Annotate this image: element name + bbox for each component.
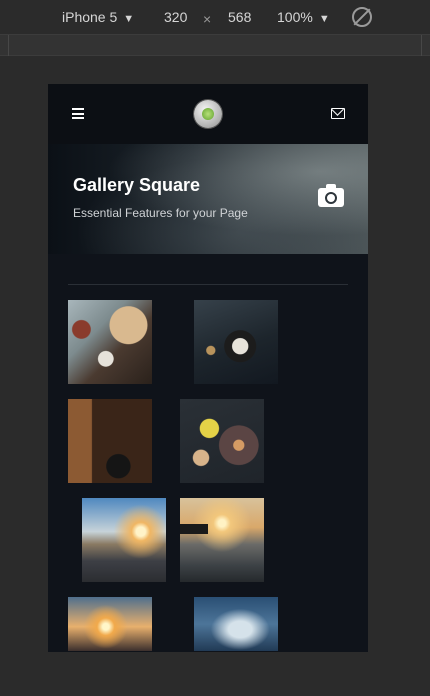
logo[interactable] — [194, 100, 222, 128]
gallery-item-food-breakfast[interactable] — [68, 300, 152, 384]
gallery-item-pier-sunset[interactable] — [180, 498, 264, 582]
ruler-tick — [421, 35, 422, 56]
gallery-item-sky-clouds[interactable] — [194, 597, 278, 651]
device-caret-icon: ▼ — [123, 13, 135, 25]
zoom-select[interactable]: 100% ▼ — [277, 9, 330, 25]
hero-banner: Gallery Square Essential Features for yo… — [48, 144, 368, 254]
ruler-tick — [8, 35, 9, 56]
top-nav — [48, 84, 368, 144]
gallery-item-food-plate-dark[interactable] — [194, 300, 278, 384]
dimension-separator: × — [203, 11, 212, 27]
camera-icon — [318, 184, 344, 207]
zoom-caret-icon: ▼ — [318, 13, 330, 25]
device-viewport: Gallery Square Essential Features for yo… — [48, 84, 368, 652]
power-icon — [202, 108, 214, 120]
page-subtitle: Essential Features for your Page — [73, 206, 248, 220]
gallery-item-coastal-road-sunset[interactable] — [82, 498, 166, 582]
device-toolbar: iPhone 5 ▼ 320 × 568 100% ▼ — [0, 0, 430, 34]
device-select[interactable]: iPhone 5 ▼ — [62, 9, 134, 25]
height-input[interactable]: 568 — [228, 9, 251, 25]
gallery-item-cookies-flowers[interactable] — [180, 399, 264, 483]
media-query-ruler[interactable] — [0, 34, 430, 56]
width-input[interactable]: 320 — [164, 9, 187, 25]
gallery-item-kitchen-tray[interactable] — [68, 399, 152, 483]
gallery-item-person-sunset[interactable] — [68, 597, 152, 651]
rotate-icon[interactable] — [352, 7, 372, 27]
page-title: Gallery Square — [73, 175, 201, 195]
envelope-icon[interactable] — [331, 108, 345, 119]
zoom-value: 100% — [277, 9, 313, 25]
pier-silhouette — [180, 524, 208, 534]
device-name: iPhone 5 — [62, 9, 118, 25]
hamburger-icon[interactable] — [72, 108, 84, 119]
divider — [68, 284, 348, 285]
